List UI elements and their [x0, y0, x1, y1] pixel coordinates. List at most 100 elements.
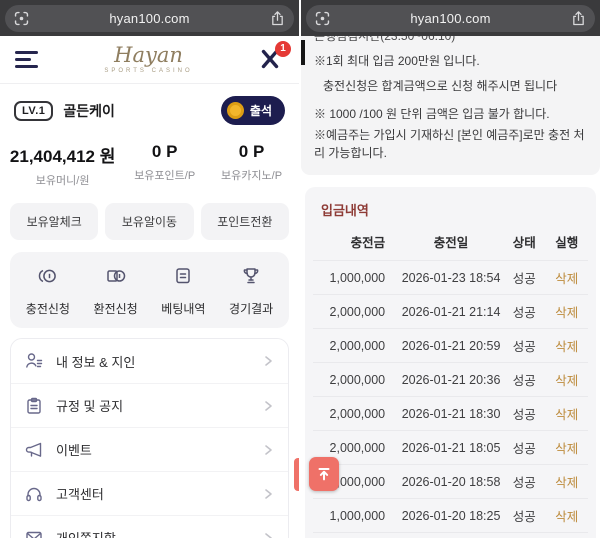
share-icon[interactable] [570, 10, 587, 27]
trophy-icon [240, 265, 262, 292]
menu-item-event[interactable]: 이벤트 [11, 427, 288, 471]
cell-date: 2026-01-23 18:54 [399, 261, 503, 295]
delete-link[interactable]: 삭제 [545, 533, 588, 538]
table-row: 2,000,000 2026-01-21 21:14 성공 삭제 [313, 295, 588, 329]
table-row: 2,000,000 2026-01-21 20:59 성공 삭제 [313, 329, 588, 363]
chevron-right-icon [261, 487, 275, 501]
col-amount: 충전금 [313, 222, 399, 261]
balance-point: 0 P 보유포인트/P [121, 142, 208, 188]
table-row: 1,000,000 2026-01-20 17:58 성공 삭제 [313, 533, 588, 538]
clipped-overlay-edge [301, 40, 305, 65]
delete-link[interactable]: 삭제 [545, 465, 588, 499]
betting-history-icon [172, 265, 194, 292]
coin-icon [227, 102, 244, 119]
address-bar-right[interactable]: hyan100.com [306, 5, 595, 32]
cell-amount: 2,000,000 [313, 329, 399, 363]
attendance-label: 출석 [250, 102, 272, 119]
menu-card: 내 정보 & 지인 규정 및 공지 [10, 338, 289, 538]
delete-link[interactable]: 삭제 [545, 397, 588, 431]
menu-item-customer-center[interactable]: 고객센터 [11, 471, 288, 515]
delete-link[interactable]: 삭제 [545, 363, 588, 397]
site-header: Hayan SPORTS CASINO 1 [0, 36, 299, 84]
cell-status: 성공 [503, 465, 545, 499]
cell-date: 2026-01-20 18:58 [399, 465, 503, 499]
brand-logo[interactable]: Hayan SPORTS CASINO [39, 45, 258, 74]
notice-line: 충전신청은 합계금액으로 신청 해주시면 됩니다 [314, 77, 587, 94]
shortcut-betting-history[interactable]: 베팅내역 [150, 265, 218, 317]
table-row: 2,000,000 2026-01-21 20:36 성공 삭제 [313, 363, 588, 397]
cell-status: 성공 [503, 499, 545, 533]
cell-amount: 1,000,000 [313, 499, 399, 533]
level-badge: LV.1 [14, 101, 53, 121]
money-value: 21,404,412 원 [4, 142, 121, 167]
address-bar-left[interactable]: hyan100.com [5, 5, 294, 32]
cell-status: 성공 [503, 533, 545, 538]
menu-label: 고객센터 [56, 484, 104, 503]
brand-name: Hayan [39, 45, 258, 66]
table-row: 2,000,000 2026-01-21 18:30 성공 삭제 [313, 397, 588, 431]
delete-link[interactable]: 삭제 [545, 295, 588, 329]
notice-line: ※1회 최대 입금 200만원 입니다. [314, 52, 587, 69]
notice-line: ※ 1000 /100 원 단위 금액은 입금 불가 합니다. [314, 105, 587, 122]
shortcut-withdraw[interactable]: 환전신청 [82, 265, 150, 317]
cell-date: 2026-01-21 18:30 [399, 397, 503, 431]
balance-row: 21,404,412 원 보유머니/원 0 P 보유포인트/P 0 P 보유카지… [0, 125, 299, 188]
table-header-row: 충전금 충전일 상태 실행 [313, 222, 588, 261]
close-x-icon[interactable]: 1 [258, 47, 284, 73]
url-text: hyan100.com [30, 11, 269, 26]
casino-value: 0 P [208, 142, 295, 162]
page-scan-icon[interactable] [13, 10, 30, 27]
delete-link[interactable]: 삭제 [545, 499, 588, 533]
quick-buttons-row: 보유알체크 보유알이동 포인트전환 [0, 188, 299, 240]
url-text: hyan100.com [331, 11, 570, 26]
chevron-right-icon [261, 531, 275, 538]
cell-amount: 2,000,000 [313, 295, 399, 329]
scroll-top-button-clipped[interactable] [294, 458, 299, 491]
cell-date: 2026-01-21 20:36 [399, 363, 503, 397]
point-value: 0 P [121, 142, 208, 162]
cell-date: 2026-01-21 20:59 [399, 329, 503, 363]
shortcut-deposit[interactable]: 충전신청 [14, 265, 82, 317]
chevron-right-icon [261, 354, 275, 368]
delete-link[interactable]: 삭제 [545, 431, 588, 465]
browser-chrome-left: hyan100.com [0, 0, 299, 36]
point-convert-button[interactable]: 포인트전환 [201, 203, 289, 240]
col-status: 상태 [503, 222, 545, 261]
cell-status: 성공 [503, 431, 545, 465]
menu-item-my-info[interactable]: 내 정보 & 지인 [11, 339, 288, 383]
browser-chrome-right: hyan100.com [301, 0, 600, 36]
balance-casino: 0 P 보유카지노/P [208, 142, 295, 188]
check-balance-button[interactable]: 보유알체크 [10, 203, 98, 240]
exchange-icon [105, 265, 127, 292]
cell-amount: 2,000,000 [313, 363, 399, 397]
share-icon[interactable] [269, 10, 286, 27]
shortcut-label: 환전신청 [94, 300, 138, 317]
two-screenshot-stage: hyan100.com Hayan SPORTS CASINO 1 [0, 0, 600, 538]
menu-hamburger-button[interactable] [15, 51, 39, 69]
cell-date: 2026-01-20 18:25 [399, 499, 503, 533]
notice-line: ※예금주는 가입시 기재하신 [본인 예금주]로만 충전 처리 가능합니다. [314, 126, 587, 162]
shortcut-results[interactable]: 경기결과 [217, 265, 285, 317]
chevron-right-icon [261, 443, 275, 457]
delete-link[interactable]: 삭제 [545, 261, 588, 295]
cell-amount: 1,000,000 [313, 261, 399, 295]
username: 골든케이 [63, 101, 115, 121]
menu-item-private-messages[interactable]: 개인쪽지함 [11, 515, 288, 538]
cell-status: 성공 [503, 295, 545, 329]
profile-row: LV.1 골든케이 출석 [0, 84, 299, 125]
arrow-to-top-icon [315, 465, 333, 483]
deposit-history-card: 입금내역 충전금 충전일 상태 실행 1,000,000 2026-01-23 … [305, 187, 596, 538]
page-scan-icon[interactable] [314, 10, 331, 27]
notice-line-clipped: 은행점검시간(23:50~06:10) [314, 36, 587, 43]
cell-amount: 1,000,000 [313, 533, 399, 538]
menu-item-rules-notice[interactable]: 규정 및 공지 [11, 383, 288, 427]
chevron-right-icon [261, 399, 275, 413]
attendance-button[interactable]: 출석 [221, 96, 285, 125]
scroll-to-top-button[interactable] [309, 457, 339, 491]
move-balance-button[interactable]: 보유알이동 [105, 203, 193, 240]
coins-icon [37, 265, 59, 292]
balance-money: 21,404,412 원 보유머니/원 [4, 142, 121, 188]
cell-status: 성공 [503, 329, 545, 363]
delete-link[interactable]: 삭제 [545, 329, 588, 363]
cell-status: 성공 [503, 363, 545, 397]
